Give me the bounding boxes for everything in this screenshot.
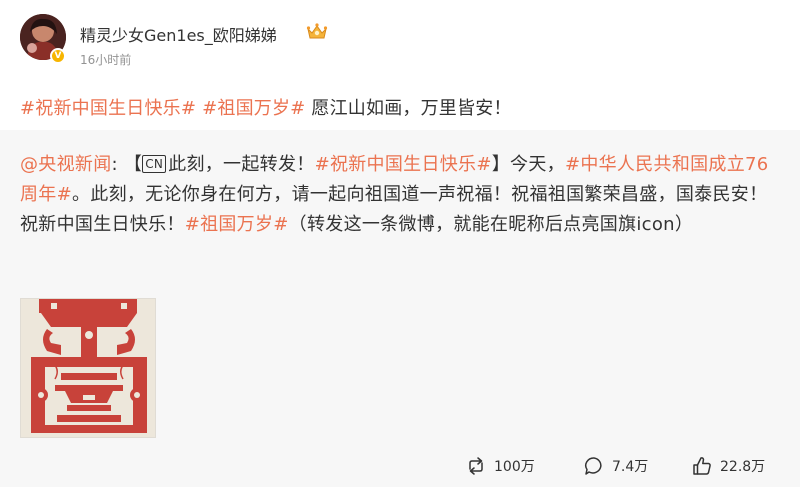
- paper-cut-image[interactable]: [20, 298, 156, 438]
- like-icon: [693, 457, 711, 475]
- topic-link[interactable]: #祖国万岁#: [202, 98, 305, 119]
- like-count: 22.8万: [720, 459, 766, 475]
- like-button[interactable]: 22.8万: [692, 454, 765, 478]
- retweet-text: （转发这一条微博，就能在昵称后点亮国旗icon）: [288, 214, 694, 235]
- repost-count: 100万: [494, 459, 535, 475]
- repost-button[interactable]: 100万: [466, 454, 535, 478]
- post-header: V 精灵少女Gen1es_欧阳娣娣 16小时前: [0, 0, 800, 80]
- verified-v-icon: V: [50, 48, 66, 64]
- topic-link[interactable]: #祖国万岁#: [185, 214, 289, 235]
- action-bar: 100万 7.4万 22.8万: [0, 448, 800, 487]
- author-name[interactable]: 精灵少女Gen1es_欧阳娣娣: [80, 22, 277, 46]
- retweet-separator: : 【: [111, 154, 143, 175]
- retweet-text: 】今天，: [491, 154, 565, 175]
- retweet-text: 此刻，一起转发！: [168, 154, 315, 175]
- retweet-content: @央视新闻: 【CN 此刻，一起转发！#祝新中国生日快乐#】今天，#中华人民共和国…: [20, 150, 780, 240]
- topic-link[interactable]: #祝新中国生日快乐#: [20, 98, 196, 119]
- mention-link[interactable]: @央视新闻: [20, 154, 112, 175]
- comment-count: 7.4万: [612, 459, 649, 475]
- topic-link[interactable]: #祝新中国生日快乐#: [315, 154, 492, 175]
- cn-badge: CN: [142, 155, 167, 173]
- post-time[interactable]: 16小时前: [80, 51, 131, 68]
- post-body-text: 愿江山如画，万里皆安！: [305, 98, 512, 119]
- repost-icon: [469, 457, 483, 475]
- member-crown-icon[interactable]: [306, 23, 328, 41]
- retweet-card[interactable]: @央视新闻: 【CN 此刻，一起转发！#祝新中国生日快乐#】今天，#中华人民共和国…: [0, 130, 800, 487]
- comment-icon: [585, 457, 602, 475]
- comment-button[interactable]: 7.4万: [584, 454, 648, 478]
- post-content: #祝新中国生日快乐# #祖国万岁# 愿江山如画，万里皆安！: [20, 94, 512, 120]
